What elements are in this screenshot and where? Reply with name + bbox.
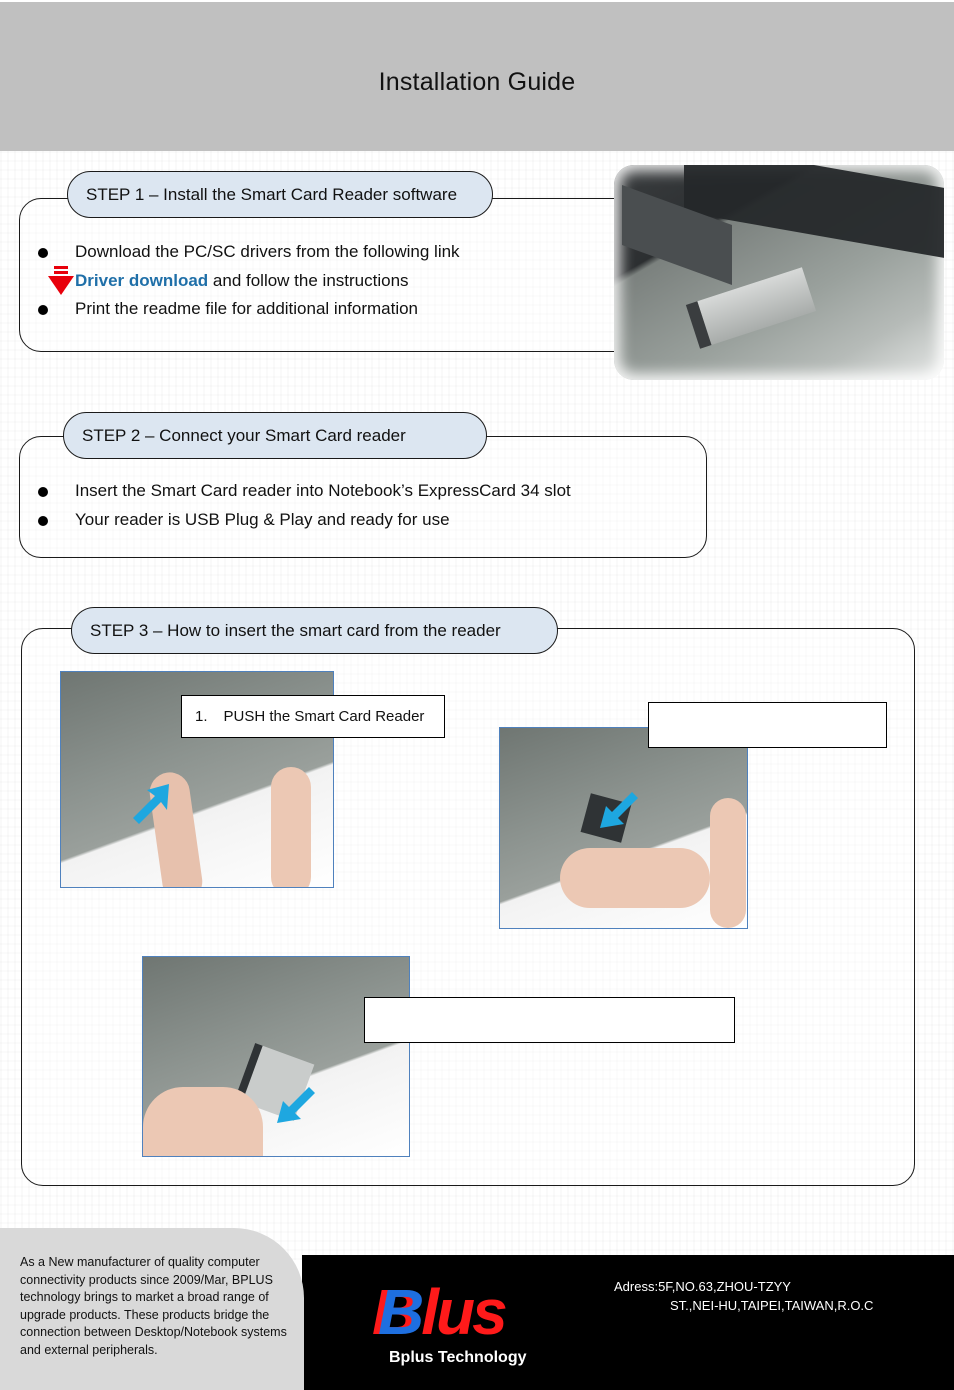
eject-arrow-icon (600, 792, 638, 828)
step1-photo (614, 165, 944, 380)
step1-title: STEP 1 – Install the Smart Card Reader s… (67, 171, 493, 218)
bullet-icon (38, 487, 48, 497)
bullet-icon (38, 305, 48, 315)
page-title: Installation Guide (378, 68, 576, 96)
address-line-1: Adress:5F,NO.63,ZHOU-TZYY (614, 1279, 791, 1294)
step3-callout-2 (648, 702, 887, 748)
step1-bullet-2: Print the readme file for additional inf… (75, 299, 419, 318)
step2-bullet-2: Your reader is USB Plug & Play and ready… (75, 510, 450, 529)
step2-title-text: STEP 2 – Connect your Smart Card reader (82, 425, 406, 445)
address-line-2: ST.,NEI-HU,TAIPEI,TAIWAN,R.O.C (670, 1298, 874, 1313)
thumb-shape (271, 767, 311, 887)
finger-shape (560, 848, 710, 908)
push-arrow-icon (133, 784, 169, 824)
logo-subtitle: Bplus Technology (389, 1349, 527, 1366)
driver-download-link[interactable]: Driver download (75, 271, 208, 291)
step2-title: STEP 2 – Connect your Smart Card reader (63, 412, 487, 459)
step3-photo-remove (142, 956, 410, 1157)
step1-bullet-1: Download the PC/SC drivers from the foll… (75, 242, 460, 261)
step1-title-text: STEP 1 – Install the Smart Card Reader s… (86, 184, 458, 204)
step3-callout-3 (364, 997, 735, 1043)
page-header: Installation Guide (0, 2, 954, 151)
company-address: Adress:5F,NO.63,ZHOU-TZYY ST.,NEI-HU,TAI… (614, 1277, 873, 1315)
expresscard-reader (685, 267, 817, 349)
step3-photo-eject (499, 727, 748, 929)
step3-title-text: STEP 3 – How to insert the smart card fr… (90, 620, 501, 640)
hand-shape (143, 1087, 263, 1156)
step3-title: STEP 3 – How to insert the smart card fr… (71, 607, 558, 654)
logo-b: B (378, 1276, 424, 1348)
step3-callout-1: 1. PUSH the Smart Card Reader (181, 695, 445, 738)
link-suffix-text: and follow the instructions (208, 271, 409, 290)
remove-arrow-icon (277, 1087, 315, 1123)
download-arrow-icon (48, 266, 74, 295)
bullet-icon (38, 248, 48, 258)
company-about-text: As a New manufacturer of quality compute… (20, 1255, 287, 1357)
step2-bullet-1: Insert the Smart Card reader into Notebo… (75, 481, 571, 500)
bplus-logo: Blus (378, 1280, 508, 1344)
step1-link-row: Driver download and follow the instructi… (75, 271, 409, 291)
thumb-shape (710, 798, 746, 928)
bullet-icon (38, 516, 48, 526)
logo-lus: lus (421, 1276, 507, 1348)
